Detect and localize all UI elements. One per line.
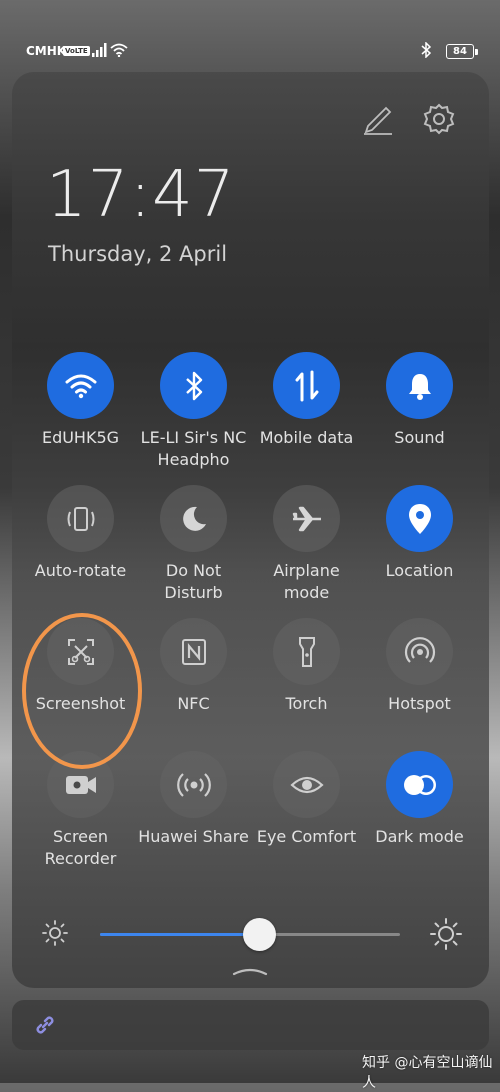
clock-date: Thursday, 2 April	[48, 242, 228, 266]
moon-icon	[182, 506, 206, 531]
watermark: 知乎 @心有空山谪仙人	[362, 1055, 493, 1091]
carrier-label: CMHK	[26, 44, 67, 58]
tile-label: Sound	[394, 428, 445, 447]
battery-indicator: 84	[446, 44, 478, 59]
tile-label: Location	[385, 561, 454, 580]
tile-huawei-share-button[interactable]	[160, 751, 227, 818]
tile-eye-comfort[interactable]: Eye Comfort	[250, 751, 363, 848]
tile-eye-comfort-button[interactable]	[273, 751, 340, 818]
mobile-data-icon	[295, 370, 318, 401]
tile-label: LE-LI Sir's NC Headpho	[140, 428, 247, 469]
brightness-low-icon	[42, 920, 68, 946]
torch-icon	[298, 636, 315, 667]
signal-icon	[92, 43, 107, 57]
tile-bluetooth-button[interactable]	[160, 352, 227, 419]
tile-auto-rotate-button[interactable]	[47, 485, 114, 552]
tile-nfc[interactable]: NFC	[137, 618, 250, 715]
tile-airplane-button[interactable]	[273, 485, 340, 552]
tile-label: Auto-rotate	[34, 561, 127, 580]
tile-label: Screen Recorder	[44, 827, 117, 868]
auto-rotate-icon	[67, 506, 94, 531]
tile-label: Airplane mode	[273, 561, 340, 602]
clock-time: 17:47	[46, 158, 236, 232]
tile-huawei-share[interactable]: Huawei Share	[137, 751, 250, 848]
brightness-thumb[interactable]	[243, 918, 276, 951]
tile-label: Huawei Share	[138, 827, 249, 846]
tile-mobile-data-button[interactable]	[273, 352, 340, 419]
tile-dark-mode[interactable]: Dark mode	[363, 751, 476, 848]
tile-location-button[interactable]	[386, 485, 453, 552]
tile-label: Eye Comfort	[256, 827, 357, 846]
volte-badge: VoLTE	[63, 46, 90, 56]
tile-torch-button[interactable]	[273, 618, 340, 685]
tile-hotspot-button[interactable]	[386, 618, 453, 685]
screen-recorder-icon	[65, 775, 96, 794]
tile-label: EdUHK5G	[41, 428, 120, 447]
wifi-status-icon	[110, 43, 128, 57]
bluetooth-icon	[185, 371, 202, 400]
hotspot-icon	[404, 636, 435, 663]
tile-label: NFC	[177, 694, 210, 713]
tile-dnd-button[interactable]	[160, 485, 227, 552]
edit-icon[interactable]	[360, 102, 396, 138]
screenshot-highlight-ring	[22, 613, 142, 769]
tile-bluetooth[interactable]: LE-LI Sir's NC Headpho	[137, 352, 250, 471]
location-pin-icon	[408, 503, 431, 534]
tile-sound[interactable]: Sound	[363, 352, 476, 449]
gear-icon[interactable]	[420, 100, 458, 138]
tile-hotspot[interactable]: Hotspot	[363, 618, 476, 715]
quick-settings-panel: 17:47 Thursday, 2 April EdUHK5G LE-LI Si…	[12, 72, 489, 988]
brightness-slider[interactable]	[100, 918, 400, 951]
tile-label: Mobile data	[259, 428, 354, 447]
notification-card[interactable]	[12, 1000, 489, 1050]
tile-label: Do Not Disturb	[164, 561, 223, 602]
tile-do-not-disturb[interactable]: Do Not Disturb	[137, 485, 250, 604]
tile-airplane[interactable]: Airplane mode	[250, 485, 363, 604]
tile-location[interactable]: Location	[363, 485, 476, 582]
huawei-share-icon	[176, 772, 211, 797]
tile-sound-button[interactable]	[386, 352, 453, 419]
tile-wifi-button[interactable]	[47, 352, 114, 419]
bell-icon	[408, 373, 431, 400]
dark-mode-icon	[403, 774, 436, 795]
wifi-icon	[65, 374, 96, 398]
bluetooth-status-icon	[421, 42, 432, 58]
tile-label: Hotspot	[388, 694, 451, 713]
tile-auto-rotate[interactable]: Auto-rotate	[24, 485, 137, 582]
eye-icon	[289, 776, 324, 793]
tile-wifi[interactable]: EdUHK5G	[24, 352, 137, 449]
nfc-icon	[181, 638, 206, 665]
expand-handle-icon[interactable]	[232, 966, 268, 976]
airplane-icon	[292, 506, 321, 531]
tile-label: Torch	[285, 694, 328, 713]
brightness-high-icon	[430, 918, 462, 950]
tile-nfc-button[interactable]	[160, 618, 227, 685]
tile-label: Dark mode	[375, 827, 464, 846]
tile-mobile-data[interactable]: Mobile data	[250, 352, 363, 449]
status-bar: CMHK VoLTE 84	[0, 0, 500, 66]
link-icon	[36, 1016, 54, 1034]
brightness-fill	[100, 933, 259, 936]
tile-torch[interactable]: Torch	[250, 618, 363, 715]
tile-dark-mode-button[interactable]	[386, 751, 453, 818]
